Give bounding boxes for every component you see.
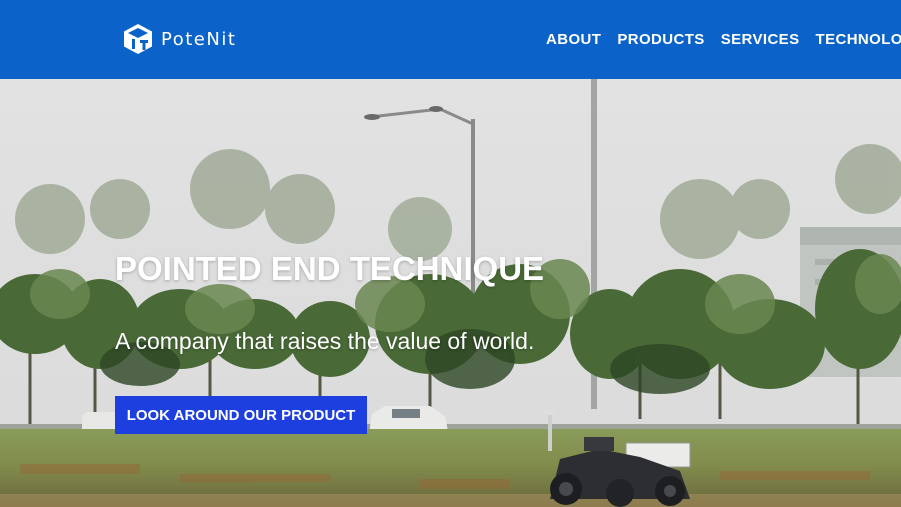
look-around-product-button[interactable]: LOOK AROUND OUR PRODUCT: [115, 396, 367, 434]
logo-text: PoteNit: [161, 28, 237, 50]
nav-item-about[interactable]: ABOUT: [546, 31, 601, 48]
nav-item-products[interactable]: PRODUCTS: [617, 31, 704, 48]
nav-item-services[interactable]: SERVICES: [721, 31, 800, 48]
nav-item-technology[interactable]: TECHNOLOGY: [816, 31, 901, 48]
potenit-logo-icon: [124, 24, 152, 54]
hero-section: POINTED END TECHNIQUE A company that rai…: [0, 79, 901, 507]
main-nav: ABOUT PRODUCTS SERVICES TECHNOLOGY: [546, 0, 901, 79]
logo-link[interactable]: PoteNit: [123, 23, 236, 55]
site-header: PoteNit ABOUT PRODUCTS SERVICES TECHNOLO…: [0, 0, 901, 79]
hero-background-image: [0, 79, 901, 507]
hero-title: POINTED END TECHNIQUE: [115, 250, 545, 287]
hero-subtitle: A company that raises the value of world…: [115, 328, 535, 354]
